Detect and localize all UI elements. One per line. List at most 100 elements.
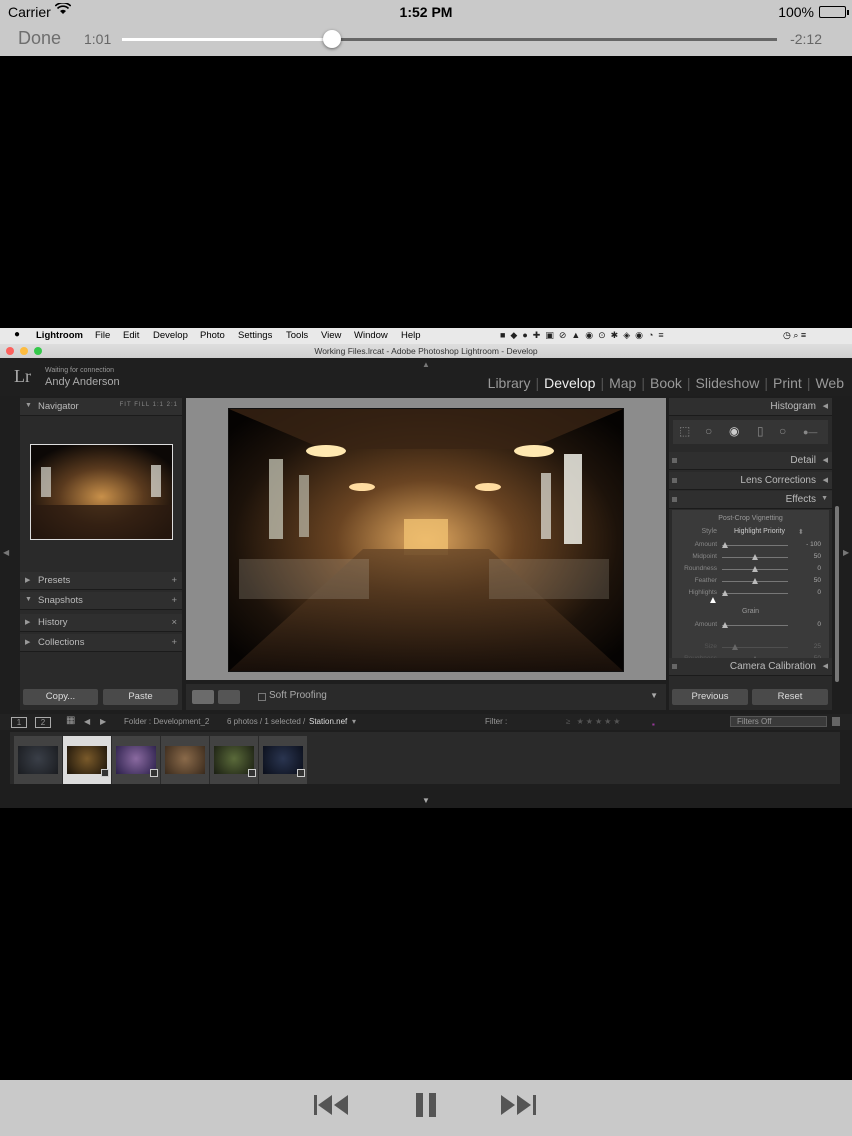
slider-track[interactable] <box>722 542 788 548</box>
slider-knob[interactable] <box>752 566 758 572</box>
presets-label: Presets <box>38 575 71 586</box>
slider-track[interactable] <box>722 622 788 628</box>
lens-corrections-header[interactable]: Lens Corrections ◀ <box>669 472 832 490</box>
done-button[interactable]: Done <box>18 28 61 49</box>
menu-tools: Tools <box>286 330 309 341</box>
scrubber-thumb[interactable] <box>322 30 341 48</box>
slider-value[interactable]: 0 <box>817 589 821 596</box>
adjustment-brush-icon[interactable]: ●— <box>803 427 817 437</box>
slider-knob[interactable] <box>722 622 729 628</box>
slider-track[interactable] <box>722 590 788 596</box>
lightroom-logo: Lr <box>14 366 31 386</box>
triangle-right-icon: ▶ <box>25 619 31 626</box>
pause-icon[interactable] <box>414 1092 438 1124</box>
secondary-window-button[interactable]: 2 <box>35 717 51 728</box>
snapshots-label: Snapshots <box>38 595 83 606</box>
filmstrip-header: 1 2 ▦ ◀ ▶ Folder : Development_2 6 photo… <box>0 714 852 730</box>
crop-tool-icon[interactable]: ⬚ <box>679 424 690 438</box>
thumbnail-image <box>18 746 58 774</box>
snapshots-header[interactable]: ▼ Snapshots + <box>20 592 182 610</box>
slider-row[interactable]: Amount - 100 <box>672 540 829 550</box>
slider-value[interactable]: 0 <box>817 621 821 628</box>
copy-button[interactable]: Copy... <box>23 689 98 705</box>
slider-knob[interactable] <box>722 590 729 596</box>
paste-button[interactable]: Paste <box>103 689 178 705</box>
rating-filter-stars-icon[interactable]: ≥ ★★★★★ <box>566 717 622 726</box>
file-dropdown-icon[interactable]: ▾ <box>352 717 356 726</box>
elapsed-time: 1:01 <box>84 31 112 47</box>
slider-track[interactable] <box>722 578 788 584</box>
scrubber-fill <box>122 38 332 41</box>
slider-knob[interactable] <box>752 578 758 584</box>
selected-file[interactable]: Station.nef <box>309 717 347 726</box>
history-label: History <box>38 617 68 628</box>
develop-badge-icon <box>248 769 256 777</box>
forward-arrow-icon[interactable]: ▶ <box>100 717 106 726</box>
video-frame[interactable]: ● Lightroom File Edit Develop Photo Sett… <box>0 328 852 808</box>
slider-knob[interactable] <box>752 554 758 560</box>
spot-removal-icon[interactable]: ○ <box>705 424 712 438</box>
filmstrip-thumbnail[interactable] <box>161 736 209 784</box>
triangle-left-icon: ◀ <box>822 477 828 484</box>
back-arrow-icon[interactable]: ◀ <box>84 717 90 726</box>
slider-value[interactable]: 50 <box>814 577 821 584</box>
bottom-panel-toggle-icon[interactable]: ▼ <box>422 796 430 805</box>
presets-header[interactable]: ▶ Presets + <box>20 572 182 590</box>
slider-value[interactable]: 0 <box>817 565 821 572</box>
filter-lock-icon[interactable] <box>832 717 840 726</box>
slider-value[interactable]: 50 <box>814 553 821 560</box>
red-eye-icon[interactable]: ◉ <box>729 424 739 438</box>
slider-track[interactable] <box>722 554 788 560</box>
slider-row[interactable]: Highlights 0 <box>672 588 829 598</box>
filter-preset-select[interactable]: Filters Off <box>730 716 827 727</box>
filmstrip-thumbnail[interactable] <box>14 736 62 784</box>
graduated-filter-icon[interactable]: ▯ <box>757 424 764 438</box>
slider-track[interactable] <box>722 566 788 572</box>
scrubber-track[interactable] <box>122 30 777 48</box>
filmstrip-thumbnail[interactable] <box>63 736 111 784</box>
photo-canvas[interactable] <box>186 398 666 680</box>
photo-count: 6 photos / 1 selected / <box>227 717 306 726</box>
slider-value[interactable]: - 100 <box>806 541 821 548</box>
history-header[interactable]: ▶ History × <box>20 614 182 632</box>
camera-calibration-header[interactable]: Camera Calibration ◀ <box>669 658 832 676</box>
develop-badge-icon <box>101 769 109 777</box>
fast-forward-icon[interactable] <box>500 1092 538 1122</box>
grid-view-icon[interactable]: ▦ <box>66 715 75 726</box>
menu-settings: Settings <box>238 330 273 341</box>
slider-row[interactable]: Feather 50 <box>672 576 829 586</box>
effects-header[interactable]: Effects ▼ <box>669 491 832 509</box>
before-after-view-icon[interactable] <box>218 690 240 704</box>
style-value[interactable]: Highlight Priority <box>734 528 785 535</box>
add-preset-icon[interactable]: + <box>171 575 177 586</box>
develop-badge-icon <box>297 769 305 777</box>
loupe-view-icon[interactable] <box>192 690 214 704</box>
folder-source[interactable]: Folder : Development_2 <box>124 717 209 726</box>
histogram-header[interactable]: Histogram ◀ <box>669 398 832 416</box>
detail-header[interactable]: Detail ◀ <box>669 452 832 470</box>
slider-knob[interactable] <box>722 542 729 548</box>
module-develop: Develop <box>544 375 596 391</box>
clear-history-icon[interactable]: × <box>171 617 177 628</box>
right-panel-scrollbar[interactable] <box>835 506 839 682</box>
style-dropdown-icon: ⬍ <box>798 529 804 536</box>
camera-calibration-label: Camera Calibration <box>729 661 816 672</box>
primary-window-button[interactable]: 1 <box>11 717 27 728</box>
radial-filter-icon[interactable]: ○ <box>779 424 786 438</box>
add-collection-icon[interactable]: + <box>171 637 177 648</box>
clock: 1:52 PM <box>399 4 453 20</box>
filmstrip-thumbnail[interactable] <box>210 736 258 784</box>
slider-row[interactable]: Amount 0 <box>672 620 829 630</box>
slider-row[interactable]: Midpoint 50 <box>672 552 829 562</box>
soft-proofing-checkbox[interactable] <box>258 693 266 701</box>
reset-button[interactable]: Reset <box>752 689 828 705</box>
rewind-icon[interactable] <box>313 1092 351 1122</box>
previous-button[interactable]: Previous <box>672 689 748 705</box>
filmstrip-thumbnail[interactable] <box>259 736 307 784</box>
filmstrip-thumbnail[interactable] <box>112 736 160 784</box>
slider-row[interactable]: Roundness 0 <box>672 564 829 574</box>
effects-label: Effects <box>785 494 816 505</box>
collections-header[interactable]: ▶ Collections + <box>20 634 182 652</box>
add-snapshot-icon[interactable]: + <box>171 595 177 606</box>
toolbar-menu-icon[interactable]: ▼ <box>650 691 658 700</box>
